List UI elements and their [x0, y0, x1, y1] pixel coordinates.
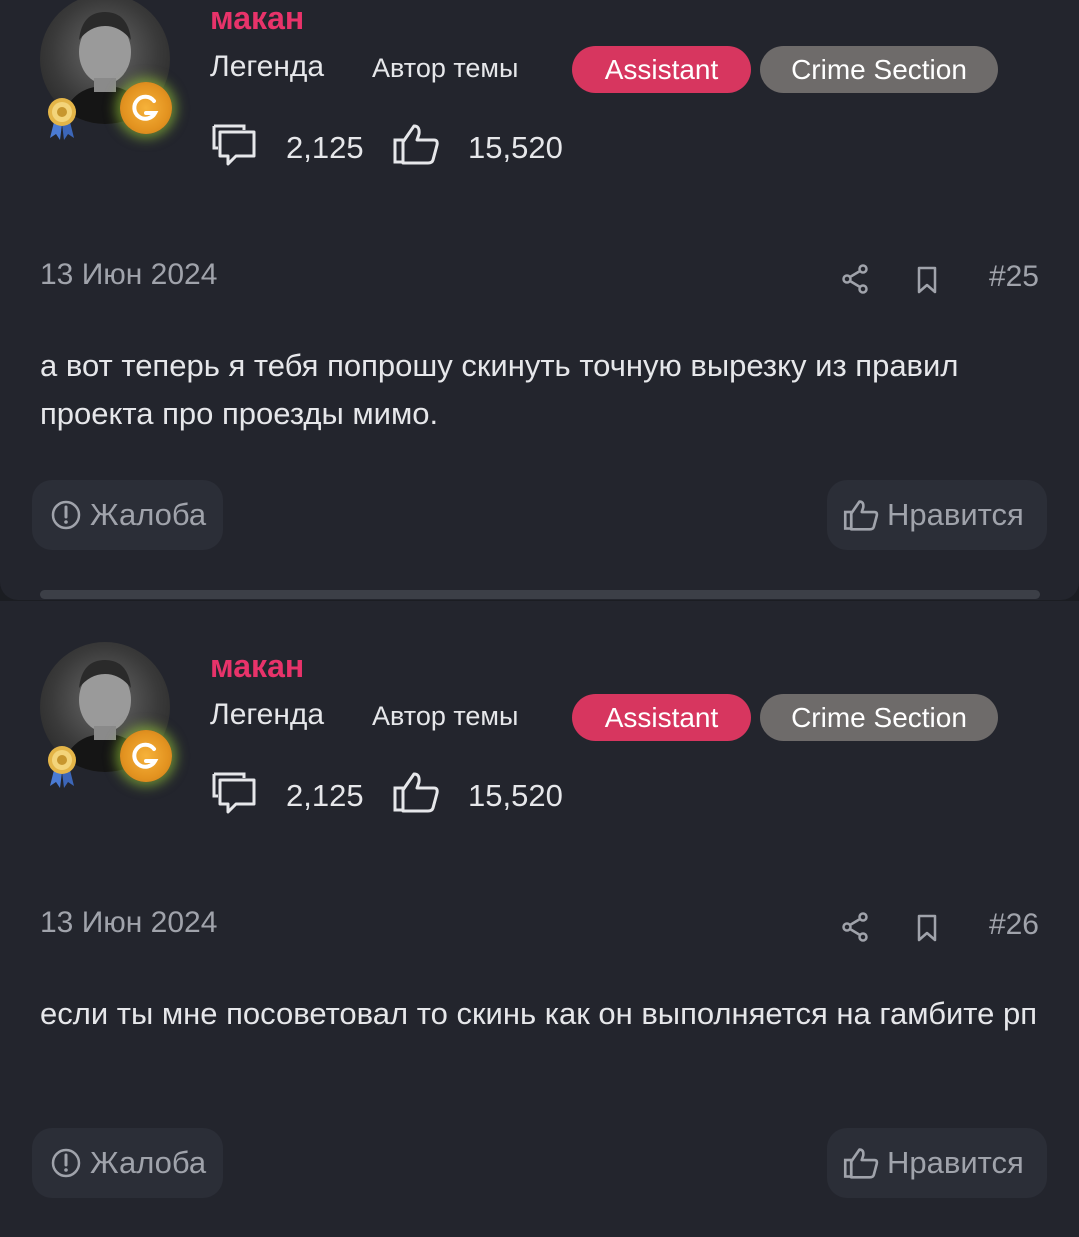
report-label: Жалоба: [90, 497, 207, 532]
share-icon[interactable]: [841, 264, 869, 294]
author-label: Автор темы: [372, 53, 519, 83]
post-25: макан Легенда Автор темы Assistant Crime…: [0, 0, 1079, 600]
badge-crime-section: Crime Section: [760, 694, 998, 741]
thumbs-up-icon: [393, 772, 439, 813]
username[interactable]: макан: [210, 0, 304, 37]
medal-badge-icon: [48, 746, 76, 788]
post-date[interactable]: 13 Июн 2024: [40, 906, 217, 940]
user-rank: Легенда: [210, 50, 325, 83]
likes-count: 15,520: [468, 130, 563, 165]
post-26: макан Легенда Автор темы Assistant Crime…: [0, 601, 1079, 1237]
user-rank: Легенда: [210, 698, 325, 731]
username[interactable]: макан: [210, 648, 304, 685]
like-button[interactable]: Нравится: [827, 480, 1047, 550]
like-label: Нравится: [887, 1145, 1024, 1180]
report-button[interactable]: Жалоба: [32, 1128, 223, 1198]
medal-badge-icon: [48, 98, 76, 140]
speech-bubbles-icon: [212, 772, 256, 814]
post-divider: [40, 590, 1040, 599]
thumbs-up-icon: [843, 1148, 879, 1179]
share-icon[interactable]: [841, 912, 869, 942]
badge-assistant: Assistant: [572, 46, 751, 93]
report-button[interactable]: Жалоба: [32, 480, 223, 550]
post-number-link[interactable]: #25: [989, 260, 1039, 294]
post-number-link[interactable]: #26: [989, 908, 1039, 942]
exclamation-circle-icon: [51, 1148, 81, 1178]
author-label: Автор темы: [372, 701, 519, 731]
likes-count: 15,520: [468, 778, 563, 813]
like-button[interactable]: Нравится: [827, 1128, 1047, 1198]
messages-count: 2,125: [286, 778, 364, 813]
speech-bubbles-icon: [212, 124, 256, 166]
report-label: Жалоба: [90, 1145, 207, 1180]
like-label: Нравится: [887, 497, 1024, 532]
g-badge-icon: [120, 730, 172, 782]
post-message: а вот теперь я тебя попрошу скинуть точн…: [40, 348, 959, 431]
thumbs-up-icon: [393, 124, 439, 165]
user-avatar-block[interactable]: [40, 0, 172, 140]
badge-crime-section: Crime Section: [760, 46, 998, 93]
g-badge-icon: [120, 82, 172, 134]
messages-count: 2,125: [286, 130, 364, 165]
bookmark-icon[interactable]: [916, 914, 938, 942]
badge-assistant: Assistant: [572, 694, 751, 741]
post-date[interactable]: 13 Июн 2024: [40, 258, 217, 292]
user-avatar-block[interactable]: [40, 642, 172, 788]
bookmark-icon[interactable]: [916, 266, 938, 294]
thumbs-up-icon: [843, 500, 879, 531]
exclamation-circle-icon: [51, 500, 81, 530]
post-message: если ты мне посоветовал то скинь как он …: [40, 996, 1037, 1031]
